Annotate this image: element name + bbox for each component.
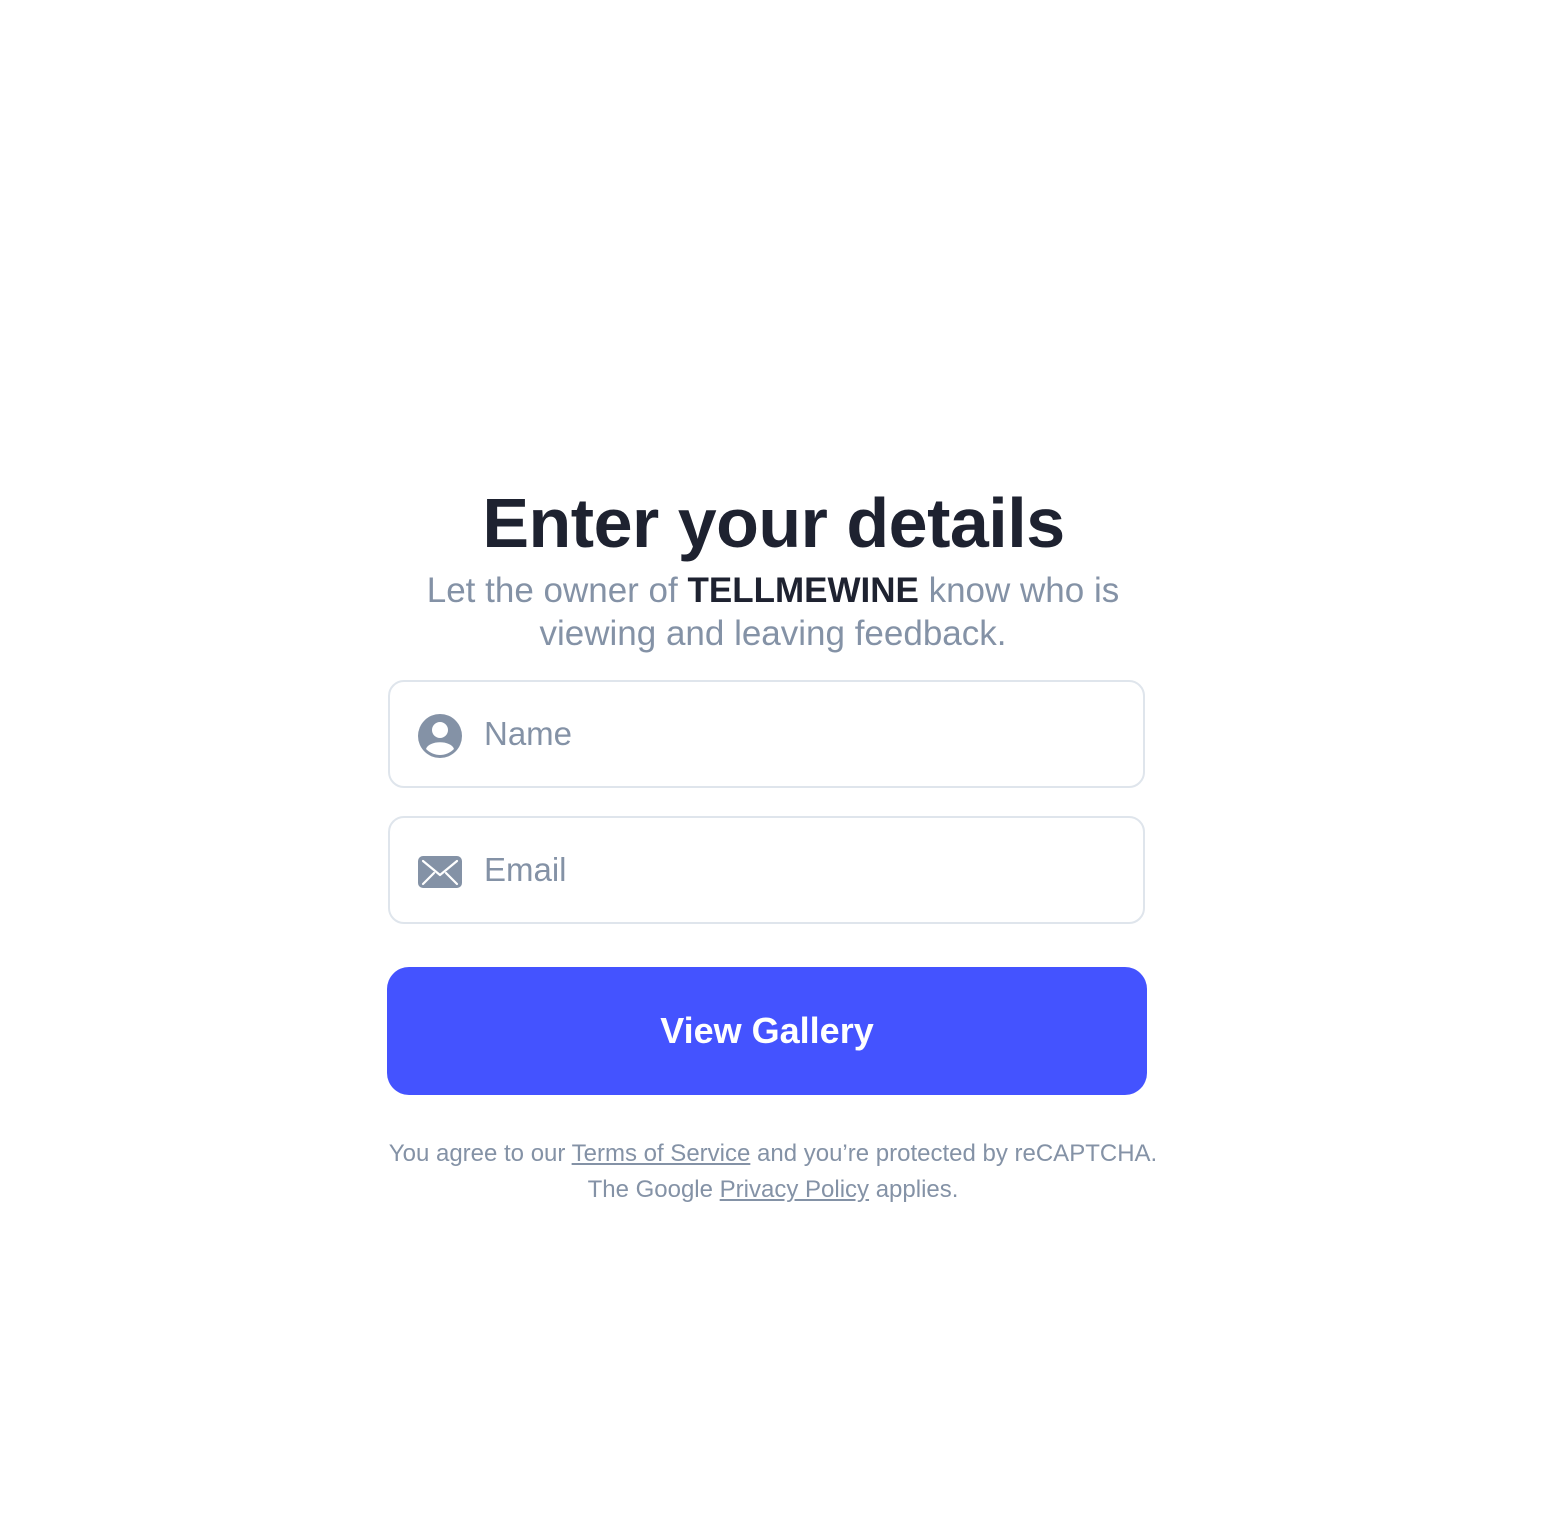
legal-text-1: You agree to our: [388, 1140, 572, 1167]
legal-text-3: applies.: [869, 1176, 959, 1203]
user-circle-icon: [418, 714, 462, 758]
page-title: Enter your details: [482, 484, 1065, 562]
owner-brand-name: TELLMEWINE: [687, 571, 919, 610]
view-gallery-button[interactable]: View Gallery: [387, 967, 1147, 1095]
email-field[interactable]: [388, 816, 1145, 924]
privacy-policy-link[interactable]: Privacy Policy: [720, 1176, 869, 1203]
name-field[interactable]: [388, 680, 1145, 788]
email-input[interactable]: [484, 818, 1124, 922]
details-page: Enter your details Let the owner of TELL…: [0, 0, 1547, 1527]
terms-of-service-link[interactable]: Terms of Service: [572, 1140, 751, 1167]
page-subtitle: Let the owner of TELLMEWINE know who is …: [373, 569, 1173, 655]
name-input[interactable]: [484, 682, 1124, 786]
envelope-icon: [418, 856, 462, 888]
subtitle-text-before: Let the owner of: [426, 571, 688, 610]
legal-notice: You agree to our Terms of Service and yo…: [373, 1136, 1173, 1208]
